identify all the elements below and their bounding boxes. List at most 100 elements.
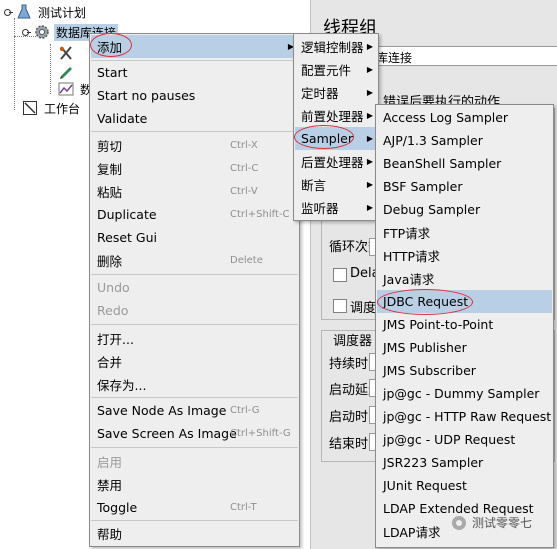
menu-item-label: JMS Subscriber	[383, 363, 476, 378]
menu-item-enable[interactable]: 启用	[91, 450, 298, 473]
menu-item-label: 合并	[97, 355, 123, 370]
menu-item-label: 配置元件	[301, 63, 352, 78]
sampler-item-jsr223[interactable]: JSR223 Sampler	[377, 451, 552, 474]
submenu-item-config-element[interactable]: 配置元件 ▶	[295, 58, 377, 81]
submenu-arrow-icon: ▶	[366, 65, 373, 74]
submenu-item-pre-processor[interactable]: 前置处理器 ▶	[295, 104, 377, 127]
menu-item-undo[interactable]: Undo	[91, 276, 298, 299]
submenu-arrow-icon: ▶	[366, 134, 373, 143]
menu-item-help[interactable]: 帮助	[91, 522, 298, 545]
menu-item-reset-gui[interactable]: Reset Gui	[91, 226, 298, 249]
shortcut-label: Ctrl-X	[230, 140, 258, 151]
sampler-item-debug[interactable]: Debug Sampler	[377, 198, 552, 221]
submenu-item-timer[interactable]: 定时器 ▶	[295, 81, 377, 104]
menu-item-label: HTTP请求	[383, 249, 440, 264]
submenu-arrow-icon: ▶	[366, 88, 373, 97]
tree-node-workbench[interactable]: 工作台	[22, 99, 82, 117]
menu-item-save-node-image[interactable]: Save Node As Image Ctrl-G	[91, 399, 298, 422]
sampler-item-udp[interactable]: jp@gc - UDP Request	[377, 428, 552, 451]
menu-item-label: 前置处理器	[301, 109, 364, 124]
menu-item-copy[interactable]: 复制 Ctrl-C	[91, 157, 298, 180]
delay-checkbox[interactable]	[333, 268, 347, 282]
watermark-text: 测试零零七	[472, 516, 533, 530]
shortcut-label: Ctrl-C	[230, 163, 259, 174]
menu-item-toggle[interactable]: Toggle Ctrl-T	[91, 496, 298, 519]
sampler-item-access-log[interactable]: Access Log Sampler	[377, 106, 552, 129]
menu-separator	[91, 324, 298, 325]
menu-item-open[interactable]: 打开...	[91, 327, 298, 350]
tree-node-label[interactable]: 测试计划	[36, 4, 88, 21]
menu-item-label: 启用	[97, 455, 123, 470]
menu-item-cut[interactable]: 剪切 Ctrl-X	[91, 134, 298, 157]
menu-item-save-as[interactable]: 保存为...	[91, 373, 298, 396]
sampler-item-dummy[interactable]: jp@gc - Dummy Sampler	[377, 382, 552, 405]
menu-separator	[91, 131, 298, 132]
shortcut-label: Ctrl-V	[230, 186, 258, 197]
submenu-item-post-processor[interactable]: 后置处理器 ▶	[295, 150, 377, 173]
menu-item-label: 帮助	[97, 527, 123, 542]
tree-guide-line	[14, 18, 15, 110]
sampler-item-ftp[interactable]: FTP请求	[377, 221, 552, 244]
menu-item-label: jp@gc - Dummy Sampler	[383, 386, 540, 401]
submenu-item-logic-controller[interactable]: 逻辑控制器 ▶	[295, 35, 377, 58]
submenu-item-listener[interactable]: 监听器 ▶	[295, 196, 377, 219]
menu-item-label: 复制	[97, 162, 123, 177]
watermark: 测试零零七	[452, 514, 532, 531]
submenu-arrow-icon: ▶	[366, 180, 373, 189]
menu-item-label: Undo	[97, 280, 130, 295]
menu-separator	[91, 274, 298, 275]
menu-item-label: AJP/1.3 Sampler	[383, 133, 483, 148]
menu-item-start-no-pauses[interactable]: Start no pauses	[91, 84, 298, 107]
menu-item-label: Access Log Sampler	[383, 110, 509, 125]
name-field[interactable]: 据库连接	[359, 46, 557, 66]
expand-key-icon[interactable]	[4, 8, 13, 17]
menu-item-start[interactable]: Start	[91, 61, 298, 84]
sampler-item-jms-p2p[interactable]: JMS Point-to-Point	[377, 313, 552, 336]
menu-item-validate[interactable]: Validate	[91, 107, 298, 130]
submenu-item-assertion[interactable]: 断言 ▶	[295, 173, 377, 196]
menu-item-label: BeanShell Sampler	[383, 156, 502, 171]
sampler-item-http-raw[interactable]: jp@gc - HTTP Raw Request	[377, 405, 552, 428]
menu-item-label: Start no pauses	[97, 88, 196, 103]
sampler-item-ajp[interactable]: AJP/1.3 Sampler	[377, 129, 552, 152]
graph-icon	[58, 81, 74, 97]
scheduler-checkbox[interactable]	[333, 299, 347, 313]
sampler-item-http[interactable]: HTTP请求	[377, 244, 552, 267]
sampler-item-java[interactable]: Java请求	[377, 267, 552, 290]
tree-node-test-plan[interactable]: 测试计划	[4, 3, 88, 21]
scheduler-label: 调度	[350, 301, 377, 316]
menu-item-merge[interactable]: 合并	[91, 350, 298, 373]
flask-icon	[16, 4, 32, 20]
annotation-oval-add	[90, 33, 132, 57]
menu-item-label: 后置处理器	[301, 155, 364, 170]
menu-item-label: Reset Gui	[97, 230, 157, 245]
menu-item-label: Save Screen As Image	[97, 426, 237, 441]
menu-item-label: jp@gc - UDP Request	[383, 432, 516, 447]
menu-item-label: Debug Sampler	[383, 202, 481, 217]
menu-item-delete[interactable]: 删除 Delete	[91, 249, 298, 272]
menu-item-redo[interactable]: Redo	[91, 299, 298, 322]
tree-node-label[interactable]: 工作台	[42, 100, 82, 117]
sampler-item-bsf[interactable]: BSF Sampler	[377, 175, 552, 198]
expand-key-icon[interactable]	[22, 28, 31, 37]
menu-separator	[91, 520, 298, 521]
menu-item-label: Duplicate	[97, 207, 157, 222]
sampler-item-junit[interactable]: JUnit Request	[377, 474, 552, 497]
workbench-icon	[22, 100, 38, 116]
tree-node-child[interactable]	[58, 62, 78, 80]
menu-item-save-screen-image[interactable]: Save Screen As Image Ctrl+Shift-G	[91, 422, 298, 445]
annotation-oval-jdbc	[377, 289, 473, 315]
sampler-item-beanshell[interactable]: BeanShell Sampler	[377, 152, 552, 175]
menu-item-label: 禁用	[97, 478, 123, 493]
tree-node-child[interactable]	[58, 44, 78, 62]
sampler-item-jms-subscriber[interactable]: JMS Subscriber	[377, 359, 552, 382]
sampler-item-jms-publisher[interactable]: JMS Publisher	[377, 336, 552, 359]
menu-item-duplicate[interactable]: Duplicate Ctrl+Shift-C	[91, 203, 298, 226]
menu-item-label: JSR223 Sampler	[383, 455, 484, 470]
menu-item-disable[interactable]: 禁用	[91, 473, 298, 496]
menu-item-label: Save Node As Image	[97, 403, 227, 418]
submenu-arrow-icon: ▶	[366, 42, 373, 51]
pencil-icon	[58, 63, 74, 79]
menu-item-label: 粘贴	[97, 185, 123, 200]
menu-item-paste[interactable]: 粘贴 Ctrl-V	[91, 180, 298, 203]
